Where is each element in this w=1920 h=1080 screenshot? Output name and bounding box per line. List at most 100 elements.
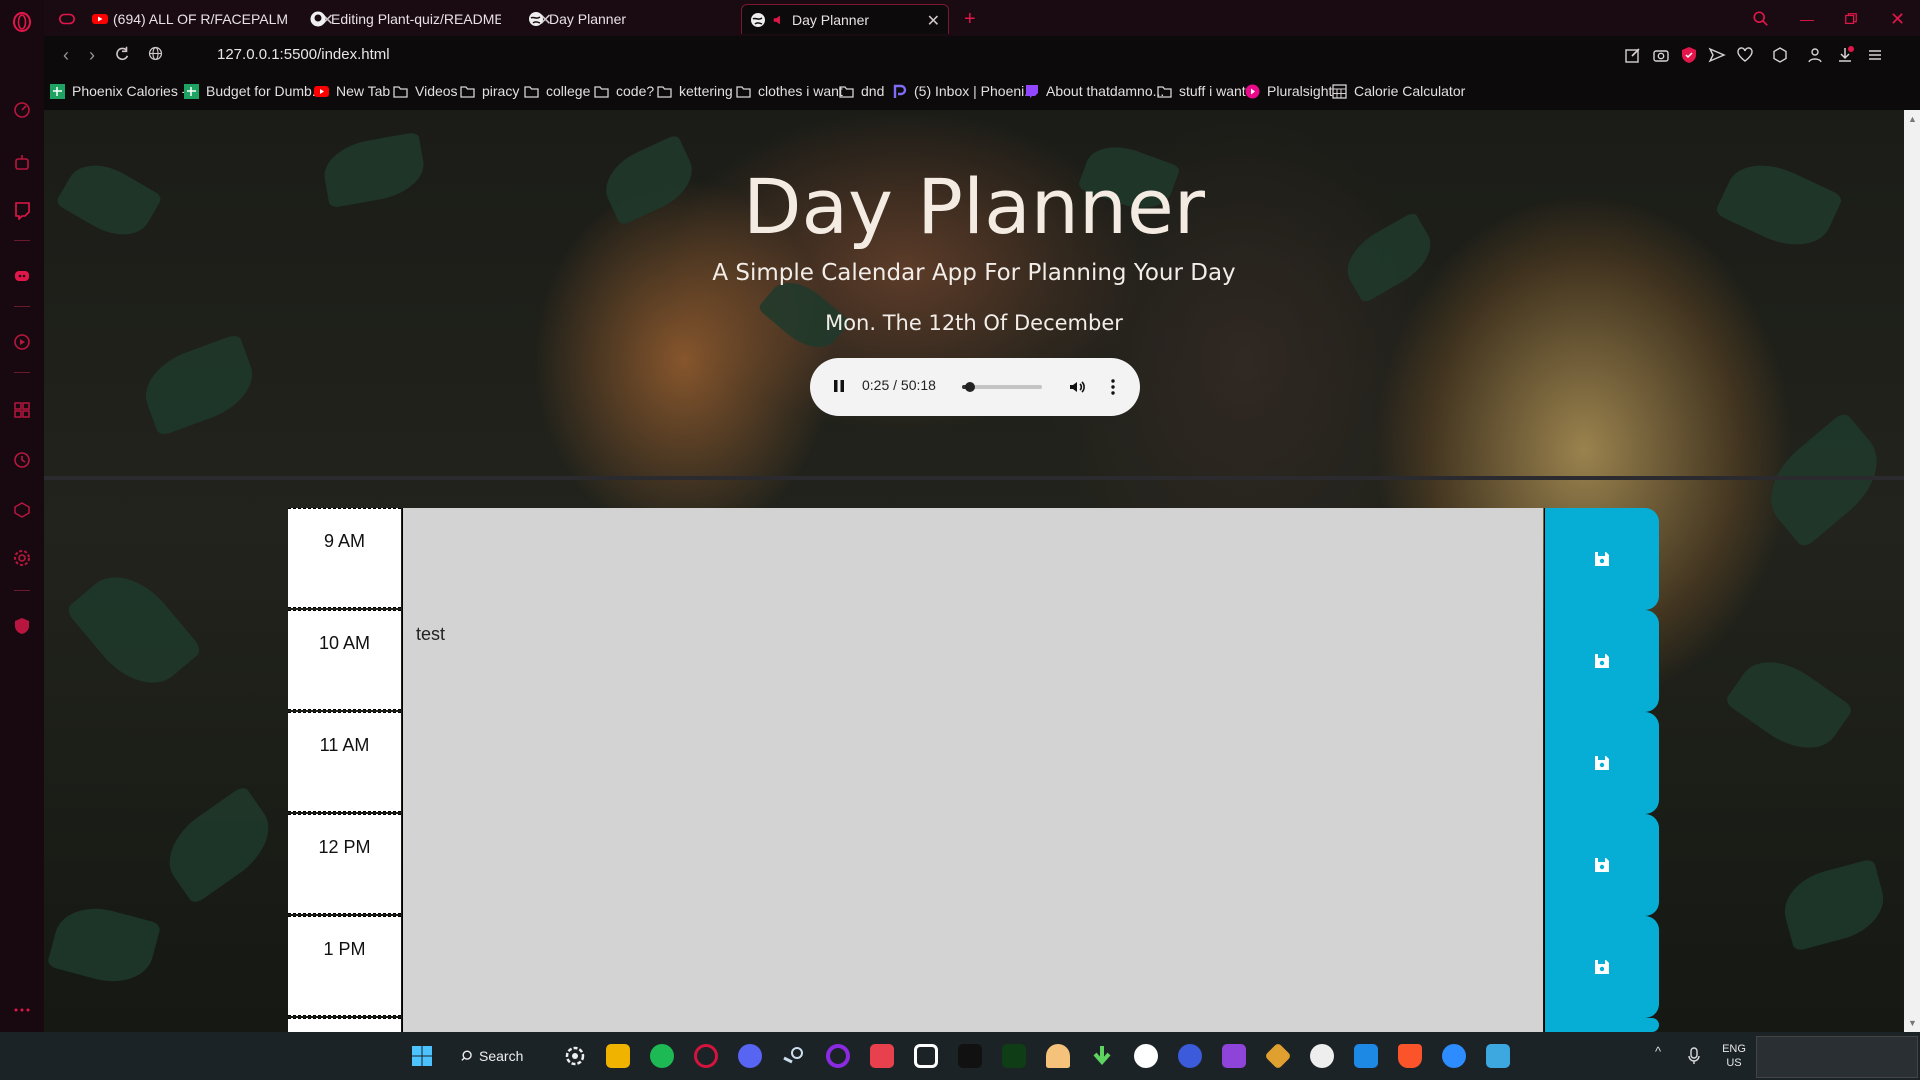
notepad-icon[interactable] xyxy=(1486,1044,1510,1068)
vscode-icon[interactable] xyxy=(1354,1044,1378,1068)
extensions-cube-icon[interactable] xyxy=(1771,46,1789,64)
steelseries-icon[interactable] xyxy=(563,1044,587,1068)
more-options-icon[interactable] xyxy=(1110,377,1116,397)
pause-icon[interactable] xyxy=(832,378,846,394)
opera-gx-icon[interactable] xyxy=(694,1044,718,1068)
bookmark-twitch-about[interactable]: About thatdamno... xyxy=(1024,83,1164,99)
bookmark-folder-kettering[interactable]: kettering xyxy=(657,83,733,99)
bookmark-calorie-calculator[interactable]: Calorie Calculator xyxy=(1332,83,1465,99)
save-button[interactable] xyxy=(1544,814,1659,916)
game-app-icon[interactable] xyxy=(870,1044,894,1068)
gitkraken-icon[interactable] xyxy=(1264,1042,1292,1070)
settings-gear-icon[interactable] xyxy=(10,546,34,570)
download-icon[interactable] xyxy=(1836,46,1854,64)
steam-icon[interactable] xyxy=(782,1044,806,1068)
vpn-shield-icon[interactable] xyxy=(1680,46,1698,64)
save-button[interactable] xyxy=(1544,610,1659,712)
bookmark-folder-clothes[interactable]: clothes i want xyxy=(736,83,843,99)
tray-chevron-up-icon[interactable]: ^ xyxy=(1655,1044,1671,1068)
save-button[interactable] xyxy=(1544,508,1659,610)
bookmark-folder-code[interactable]: code? xyxy=(594,83,654,99)
more-dots-icon[interactable] xyxy=(10,998,34,1022)
bookmark-folder-piracy[interactable]: piracy xyxy=(460,83,519,99)
robot-icon[interactable] xyxy=(10,150,34,174)
description-textarea[interactable] xyxy=(402,916,1543,1018)
microphone-icon[interactable] xyxy=(1686,1044,1702,1068)
taskbar-search[interactable]: Search xyxy=(461,1042,543,1070)
formula-app-icon[interactable] xyxy=(1002,1044,1026,1068)
zoom-icon[interactable] xyxy=(1442,1044,1466,1068)
site-info-globe-icon[interactable] xyxy=(145,45,165,65)
spotify-icon[interactable] xyxy=(650,1044,674,1068)
tab-youtube[interactable]: (694) ALL OF R/FACEPALM ✕ xyxy=(92,4,342,34)
oculus-icon[interactable] xyxy=(914,1044,938,1068)
language-indicator[interactable]: ENG US xyxy=(1720,1042,1748,1070)
description-textarea[interactable] xyxy=(402,712,1543,814)
audio-player[interactable]: 0:25 / 50:18 xyxy=(810,358,1140,416)
player-icon[interactable] xyxy=(10,330,34,354)
bookmark-folder-videos[interactable]: Videos xyxy=(393,83,458,99)
url-field[interactable]: 127.0.0.1:5500/index.html xyxy=(217,46,390,63)
profile-icon[interactable] xyxy=(1806,46,1824,64)
workspaces-icon[interactable] xyxy=(10,398,34,422)
save-button[interactable] xyxy=(1544,916,1659,1018)
brave-icon[interactable] xyxy=(1398,1044,1422,1068)
opera-icon[interactable] xyxy=(826,1044,850,1068)
opera-logo-icon[interactable] xyxy=(10,10,34,34)
tab-overview-icon[interactable] xyxy=(58,4,78,34)
new-tab-button[interactable]: + xyxy=(964,4,984,34)
history-icon[interactable] xyxy=(10,448,34,472)
bookmark-folder-dnd[interactable]: dnd xyxy=(839,83,884,99)
tasks-app-icon[interactable] xyxy=(1178,1044,1202,1068)
bookmark-budget[interactable]: Budget for Dumb... xyxy=(184,83,324,99)
bookmark-folder-college[interactable]: college xyxy=(524,83,590,99)
send-icon[interactable] xyxy=(1708,46,1726,64)
heart-icon[interactable] xyxy=(1736,46,1754,64)
close-tab-icon[interactable]: ✕ xyxy=(927,11,940,31)
bookmark-pluralsight[interactable]: Pluralsight xyxy=(1245,83,1332,99)
tab-day-planner-active[interactable]: Day Planner ✕ xyxy=(741,4,949,34)
audio-seek-handle[interactable] xyxy=(965,382,975,392)
easy-setup-menu-icon[interactable] xyxy=(1866,46,1884,64)
speed-dial-icon[interactable] xyxy=(10,98,34,122)
description-textarea[interactable] xyxy=(402,814,1543,916)
windows-start-icon[interactable] xyxy=(410,1044,434,1068)
restore-button[interactable] xyxy=(1844,4,1866,34)
edit-icon[interactable] xyxy=(1624,46,1642,64)
search-tabs-icon[interactable] xyxy=(1752,4,1774,34)
epic-games-icon[interactable] xyxy=(958,1044,982,1068)
description-textarea[interactable] xyxy=(402,508,1543,610)
download-arrow-icon[interactable] xyxy=(1090,1044,1114,1068)
discord-icon[interactable] xyxy=(738,1044,762,1068)
audio-seek-slider[interactable] xyxy=(962,382,1042,392)
page-scrollbar[interactable]: ▲ ▼ xyxy=(1904,110,1920,1032)
volume-icon[interactable] xyxy=(1067,377,1087,397)
bread-app-icon[interactable] xyxy=(1046,1044,1070,1068)
slack-icon[interactable] xyxy=(1134,1044,1158,1068)
bookmark-new-tab[interactable]: New Tab xyxy=(314,83,390,99)
visual-studio-icon[interactable] xyxy=(1222,1044,1246,1068)
scroll-down-arrow-icon[interactable]: ▼ xyxy=(1908,1018,1917,1028)
tab-github[interactable]: Editing Plant-quiz/README ✕ xyxy=(310,4,560,34)
minimize-button[interactable]: — xyxy=(1800,4,1822,34)
forward-icon[interactable]: › xyxy=(82,45,102,65)
camera-snapshot-icon[interactable] xyxy=(1652,46,1670,64)
discord-icon[interactable] xyxy=(10,264,34,288)
description-textarea[interactable]: test xyxy=(402,610,1543,712)
bookmark-phoenix-calories[interactable]: Phoenix Calories -... xyxy=(50,83,198,99)
extensions-cube-icon[interactable] xyxy=(10,498,34,522)
back-icon[interactable]: ‹ xyxy=(56,45,76,65)
speaker-playing-icon[interactable] xyxy=(771,12,787,28)
bookmark-proton-inbox[interactable]: (5) Inbox | Phoeni... xyxy=(892,83,1036,99)
save-button-partial[interactable] xyxy=(1544,1018,1659,1032)
github-desktop-icon[interactable] xyxy=(1310,1044,1334,1068)
save-button[interactable] xyxy=(1544,712,1659,814)
reload-icon[interactable] xyxy=(112,45,132,65)
file-explorer-icon[interactable] xyxy=(606,1044,630,1068)
scroll-up-arrow-icon[interactable]: ▲ xyxy=(1908,114,1917,124)
twitch-icon[interactable] xyxy=(10,198,34,222)
ublock-icon[interactable] xyxy=(10,614,34,638)
close-window-button[interactable]: ✕ xyxy=(1890,4,1912,34)
bookmark-folder-stuff[interactable]: stuff i want xyxy=(1157,83,1246,99)
taskbar-preview-thumbnail[interactable] xyxy=(1756,1036,1918,1078)
